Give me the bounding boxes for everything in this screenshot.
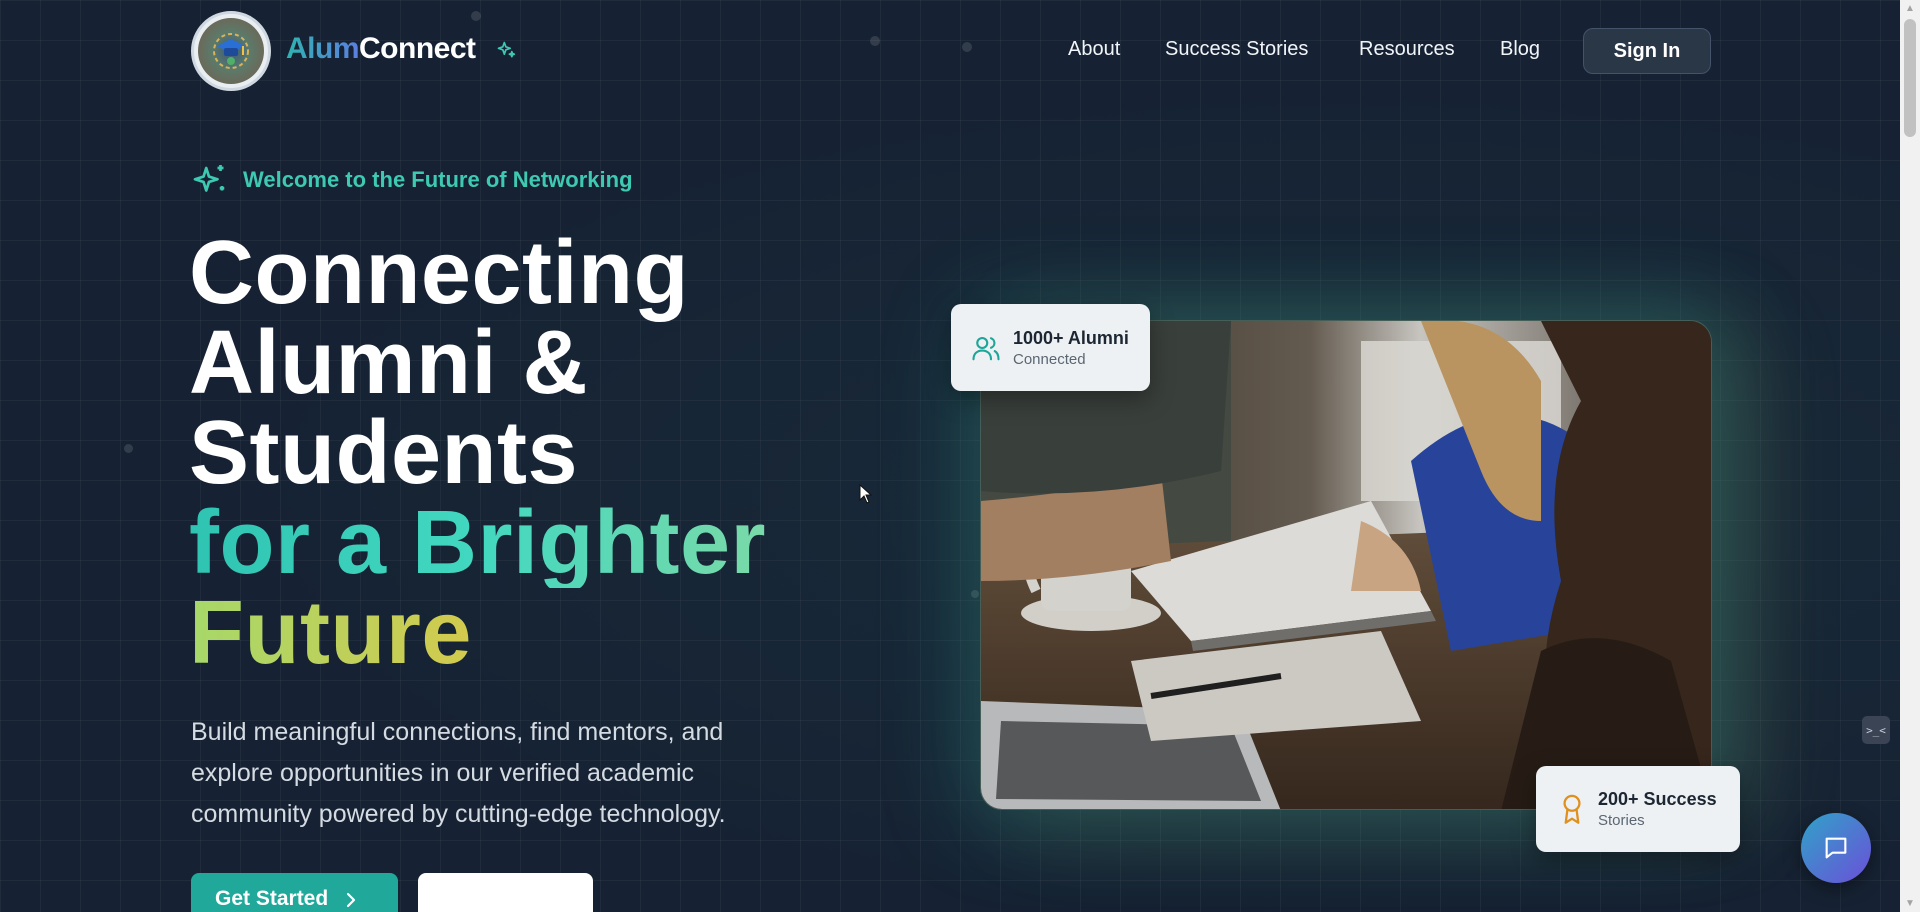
headline-gradient-line-2: Future (189, 588, 766, 678)
graduation-gears-logo-icon (198, 18, 264, 84)
vertical-scrollbar[interactable]: ▲ ▼ (1900, 0, 1920, 912)
stories-stat-title: 200+ Success (1598, 789, 1717, 809)
headline-line-2: Alumni & (189, 313, 588, 413)
hero-headline: Connecting Alumni & Students for a Brigh… (189, 228, 766, 678)
sparkles-icon (193, 165, 225, 192)
nav-link-resources[interactable]: Resources (1359, 38, 1455, 61)
headline-line-1: Connecting (189, 223, 689, 323)
brand-logo[interactable] (191, 11, 271, 91)
stories-stat-subtitle: Stories (1598, 812, 1645, 829)
hero-eyebrow: Welcome to the Future of Networking (191, 162, 633, 198)
devtools-widget-icon[interactable]: >_< (1862, 716, 1890, 744)
students-studying-photo (980, 320, 1712, 810)
nav-link-blog[interactable]: Blog (1500, 38, 1540, 61)
mouse-cursor-icon (859, 483, 873, 509)
chat-bubble-icon (1825, 837, 1847, 859)
users-icon (972, 336, 1000, 360)
brand-name[interactable]: AlumConnect (286, 32, 476, 66)
hero-eyebrow-text: Welcome to the Future of Networking (243, 167, 633, 192)
hero-subtext: Build meaningful connections, find mento… (191, 718, 726, 828)
success-stories-stat-card: 200+ Success Stories (1536, 766, 1740, 852)
brand-name-part1: Alum (286, 32, 360, 65)
get-started-button[interactable]: Get Started (191, 873, 398, 912)
brand-name-part2: Connect (359, 32, 476, 65)
sign-in-button[interactable]: Sign In (1583, 28, 1711, 74)
scroll-up-arrow-icon[interactable]: ▲ (1900, 0, 1920, 17)
get-started-label: Get Started (215, 887, 329, 910)
nav-link-about[interactable]: About (1068, 38, 1120, 61)
chevron-right-icon (347, 892, 356, 908)
top-navigation: AlumConnect About Success Stories Resour… (0, 0, 1900, 102)
decor-dot (971, 590, 979, 598)
scroll-down-arrow-icon[interactable]: ▼ (1900, 895, 1920, 912)
secondary-hero-button[interactable] (418, 873, 593, 912)
alumni-stat-subtitle: Connected (1013, 350, 1086, 368)
nav-link-success-stories[interactable]: Success Stories (1165, 38, 1308, 61)
award-ribbon-icon (1563, 794, 1581, 824)
scrollbar-thumb[interactable] (1904, 19, 1916, 137)
chat-button[interactable] (1801, 813, 1871, 883)
headline-gradient-line-1: for a Brighter (189, 493, 767, 593)
decor-dot (124, 444, 133, 453)
sparkle-icon (496, 40, 516, 65)
alumni-stat-card: 1000+ Alumni Connected (951, 304, 1150, 391)
photo-illustration (981, 321, 1711, 809)
alumni-stat-title: 1000+ Alumni (1013, 327, 1129, 348)
headline-line-3: Students (189, 403, 579, 503)
